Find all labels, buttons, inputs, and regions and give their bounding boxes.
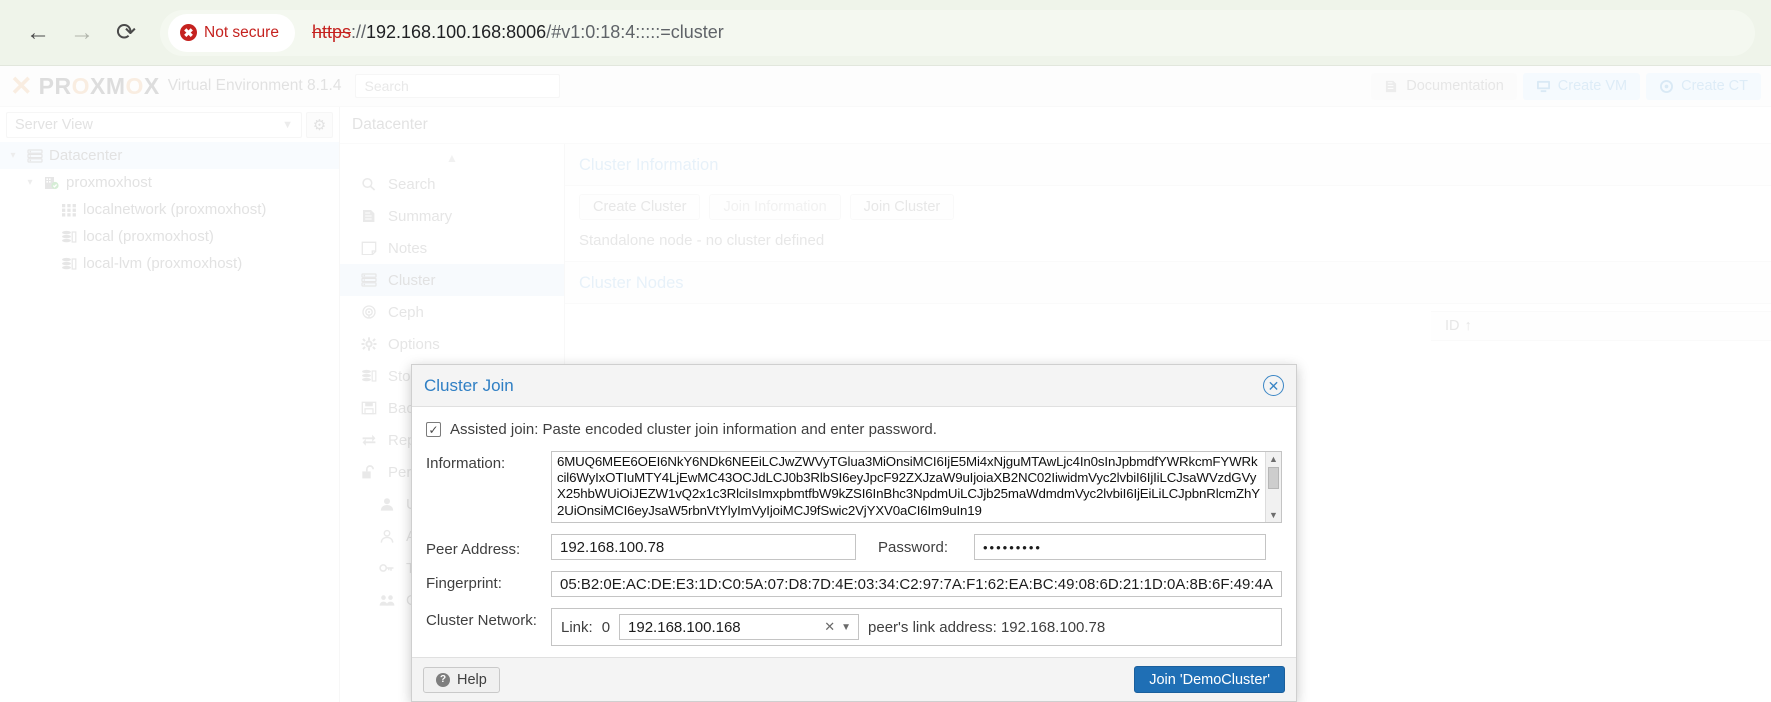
password-label: Password:: [878, 538, 949, 556]
security-status-label: Not secure: [204, 23, 279, 41]
peer-password-row: Peer Address: 192.168.100.78 Password: •…: [426, 534, 1282, 560]
dialog-body: ✓ Assisted join: Paste encoded cluster j…: [412, 407, 1296, 657]
chevron-down-icon[interactable]: ▼: [841, 622, 854, 633]
assisted-join-row[interactable]: ✓ Assisted join: Paste encoded cluster j…: [426, 421, 1282, 438]
question-circle-icon: ?: [436, 672, 450, 687]
peer-address-input[interactable]: 192.168.100.78: [551, 534, 856, 560]
link-label: Link:: [561, 618, 593, 636]
help-button[interactable]: ? Help: [423, 666, 500, 693]
fingerprint-label: Fingerprint:: [426, 575, 502, 592]
browser-toolbar: ← → ⟳ ✖ Not secure https://192.168.100.1…: [0, 0, 1771, 66]
reload-icon[interactable]: ⟳: [104, 11, 148, 55]
dialog-header: Cluster Join ✕: [412, 365, 1296, 407]
password-input[interactable]: •••••••••: [974, 534, 1266, 560]
fingerprint-input[interactable]: 05:B2:0E:AC:DE:E3:1D:C0:5A:07:D8:7D:4E:0…: [551, 571, 1282, 597]
url-path: /#v1:0:18:4:::::=cluster: [546, 22, 724, 42]
url-separator: ://: [350, 22, 366, 42]
peer-address-label: Peer Address:: [426, 540, 521, 558]
information-scrollbar[interactable]: ▲ ▼: [1265, 452, 1281, 522]
caret-down-icon[interactable]: ▼: [1269, 508, 1278, 522]
address-bar[interactable]: ✖ Not secure https://192.168.100.168:800…: [160, 9, 1755, 56]
security-status-chip[interactable]: ✖ Not secure: [168, 13, 295, 52]
fingerprint-row: Fingerprint: 05:B2:0E:AC:DE:E3:1D:C0:5A:…: [426, 571, 1282, 597]
cluster-join-dialog: Cluster Join ✕ ✓ Assisted join: Paste en…: [411, 364, 1297, 702]
cluster-network-box: Link: 0 192.168.100.168 ✕ ▼ peer's link …: [551, 608, 1282, 646]
information-value[interactable]: 6MUQ6MEE6OEI6NkY6NDk6NEEiLCJwZWVyTGlua3M…: [552, 452, 1265, 522]
back-icon[interactable]: ←: [16, 11, 60, 55]
close-icon[interactable]: ✕: [1263, 375, 1284, 396]
help-label: Help: [457, 671, 487, 688]
information-textarea[interactable]: 6MUQ6MEE6OEI6NkY6NDk6NEEiLCJwZWVyTGlua3M…: [551, 451, 1282, 523]
dialog-footer: ? Help Join 'DemoCluster': [412, 657, 1296, 701]
warning-circle-icon: ✖: [180, 24, 197, 41]
forward-icon[interactable]: →: [60, 11, 104, 55]
link-address-value: 192.168.100.168: [628, 618, 741, 636]
join-cluster-button[interactable]: Join 'DemoCluster': [1134, 666, 1285, 693]
scrollbar-thumb[interactable]: [1268, 467, 1279, 489]
information-label: Information:: [426, 455, 506, 472]
clear-x-icon[interactable]: ✕: [818, 619, 841, 635]
url-scheme: https: [311, 22, 351, 42]
dialog-title: Cluster Join: [424, 375, 514, 395]
url-host: 192.168.100.168:8006: [366, 22, 547, 42]
assisted-join-label: Assisted join: Paste encoded cluster joi…: [450, 421, 937, 438]
link-number: 0: [601, 618, 611, 636]
url-text[interactable]: https://192.168.100.168:8006/#v1:0:18:4:…: [312, 22, 724, 43]
link-address-combobox[interactable]: 192.168.100.168 ✕ ▼: [619, 614, 860, 640]
cluster-network-row: Cluster Network: Link: 0 192.168.100.168…: [426, 608, 1282, 646]
caret-up-icon[interactable]: ▲: [1269, 452, 1278, 466]
information-row: Information: 6MUQ6MEE6OEI6NkY6NDk6NEEiLC…: [426, 451, 1282, 523]
cluster-network-label: Cluster Network:: [426, 612, 537, 629]
proxmox-app: ✕ PROXMOX Virtual Environment 8.1.4 Sear…: [0, 66, 1771, 702]
peer-link-note: peer's link address: 192.168.100.78: [868, 618, 1106, 636]
assisted-join-checkbox[interactable]: ✓: [426, 422, 441, 437]
